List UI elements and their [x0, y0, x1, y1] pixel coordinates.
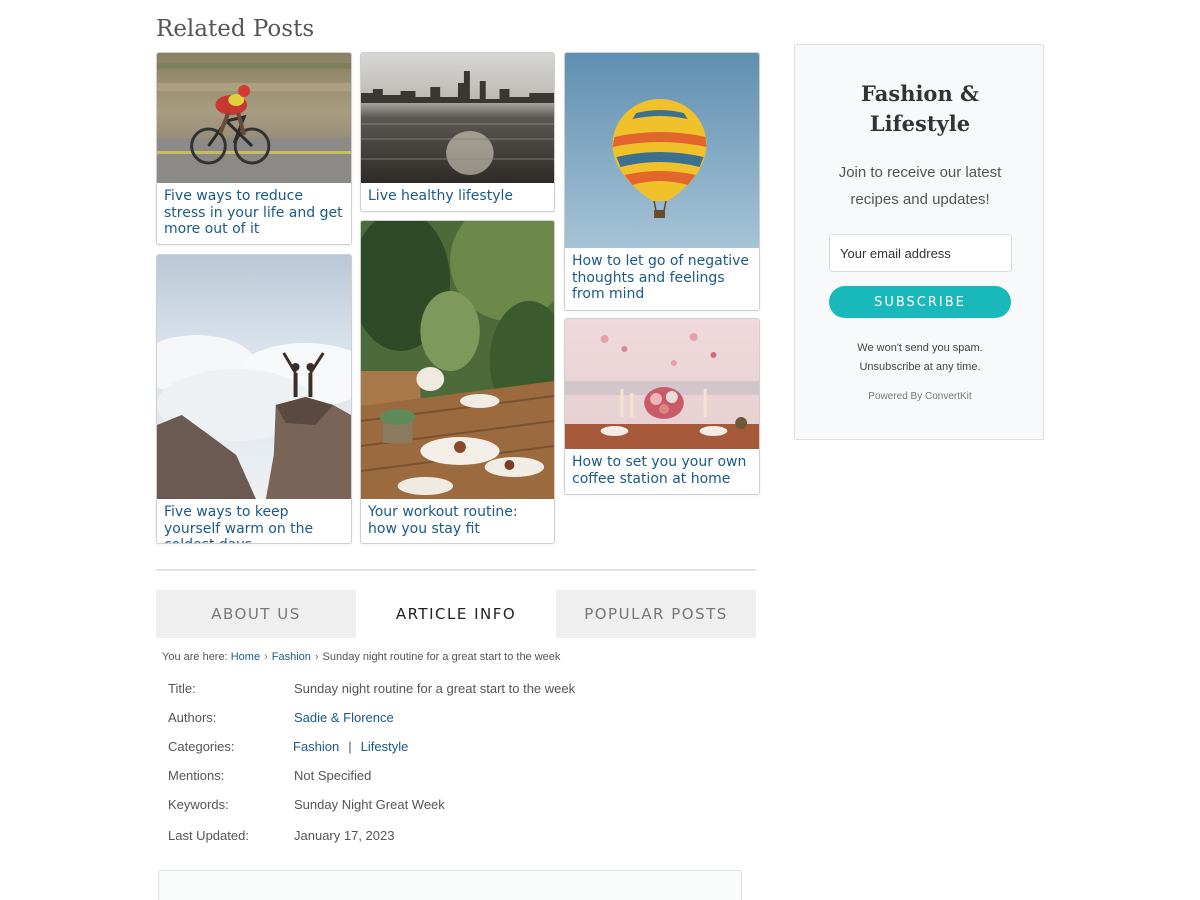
bottom-content-box [158, 870, 742, 900]
info-value-keywords: Sunday Night Great Week [294, 797, 445, 812]
info-row-keywords: Keywords: Sunday Night Great Week [168, 797, 445, 812]
related-post-title[interactable]: Five ways to reduce stress in your life … [157, 183, 351, 244]
category-link-lifestyle[interactable]: Lifestyle [361, 739, 409, 754]
tab-popular-posts[interactable]: POPULAR POSTS [556, 590, 756, 638]
info-value-mentions: Not Specified [294, 768, 372, 783]
newsletter-signup-widget: Fashion & Lifestyle Join to receive our … [794, 44, 1044, 440]
info-row-last-updated: Last Updated: January 17, 2023 [168, 828, 394, 843]
info-label: Title: [168, 681, 196, 696]
info-label: Categories: [168, 739, 235, 754]
page: Related Posts Five ways to reduce stress… [0, 0, 1200, 900]
breadcrumb-separator: › [314, 651, 319, 663]
info-value-last-updated: January 17, 2023 [294, 828, 395, 843]
subscribe-button[interactable]: SUBSCRIBE [829, 286, 1011, 318]
mountain-clouds-couple-photo[interactable] [157, 255, 351, 499]
info-row-title: Title: Sunday night routine for a great … [168, 681, 575, 696]
cyclist-photo[interactable] [157, 53, 351, 183]
related-post-title[interactable]: Five ways to keep yourself warm on the c… [157, 499, 351, 543]
section-divider [156, 569, 756, 571]
info-tabs: ABOUT US ARTICLE INFO POPULAR POSTS [156, 590, 756, 638]
hot-air-balloon-photo[interactable] [565, 53, 759, 248]
breadcrumb-current: Sunday night routine for a great start t… [322, 651, 561, 663]
breadcrumb: You are here: Home › Fashion › Sunday night … [162, 651, 560, 663]
breadcrumb-link-fashion[interactable]: Fashion [272, 651, 311, 663]
related-post-title[interactable]: Your workout routine: how you stay fit [361, 499, 554, 543]
breadcrumb-link-home[interactable]: Home [231, 651, 260, 663]
info-label: Keywords: [168, 797, 229, 812]
related-post-card[interactable]: How to let go of negative thoughts and f… [564, 52, 760, 311]
breadcrumb-prefix: You are here: [162, 651, 228, 663]
info-value-title: Sunday night routine for a great start t… [294, 681, 576, 696]
newsletter-description: Join to receive our latest recipes and u… [838, 164, 1002, 208]
email-field[interactable] [829, 234, 1012, 272]
related-post-card[interactable]: Live healthy lifestyle [360, 52, 555, 212]
related-post-title[interactable]: How to set you your own coffee station a… [565, 449, 759, 493]
garden-table-dessert-photo[interactable] [361, 221, 554, 499]
related-post-card[interactable]: How to set you your own coffee station a… [564, 318, 760, 495]
info-row-authors: Authors: Sadie & Florence [168, 710, 394, 725]
category-link-fashion[interactable]: Fashion [293, 739, 339, 754]
info-row-categories: Categories: Fashion | Lifestyle [168, 739, 408, 754]
breadcrumb-separator: › [264, 651, 268, 663]
related-post-card[interactable]: Five ways to keep yourself warm on the c… [156, 254, 352, 544]
spam-note: We won't send you spam. Unsubscribe at a… [857, 342, 983, 373]
powered-by-link[interactable]: Powered By ConvertKit [795, 391, 1045, 402]
related-posts-heading: Related Posts [156, 16, 315, 42]
related-post-card[interactable]: Five ways to reduce stress in your life … [156, 52, 352, 245]
info-row-mentions: Mentions: Not Specified [168, 768, 371, 783]
tab-about-us[interactable]: ABOUT US [156, 590, 356, 638]
author-link[interactable]: Sadie & Florence [294, 710, 394, 725]
related-post-card[interactable]: Your workout routine: how you stay fit [360, 220, 555, 544]
related-post-title[interactable]: Live healthy lifestyle [361, 183, 554, 211]
tab-article-info[interactable]: ARTICLE INFO [356, 590, 556, 638]
category-separator: | [348, 739, 352, 754]
floral-table-setting-photo[interactable] [565, 319, 759, 449]
info-label: Authors: [168, 710, 217, 725]
info-label: Mentions: [168, 768, 225, 783]
newsletter-title: Fashion & Lifestyle [861, 81, 979, 136]
info-label: Last Updated: [168, 828, 249, 843]
city-skyline-water-photo[interactable] [361, 53, 554, 183]
related-post-title[interactable]: How to let go of negative thoughts and f… [565, 248, 759, 309]
